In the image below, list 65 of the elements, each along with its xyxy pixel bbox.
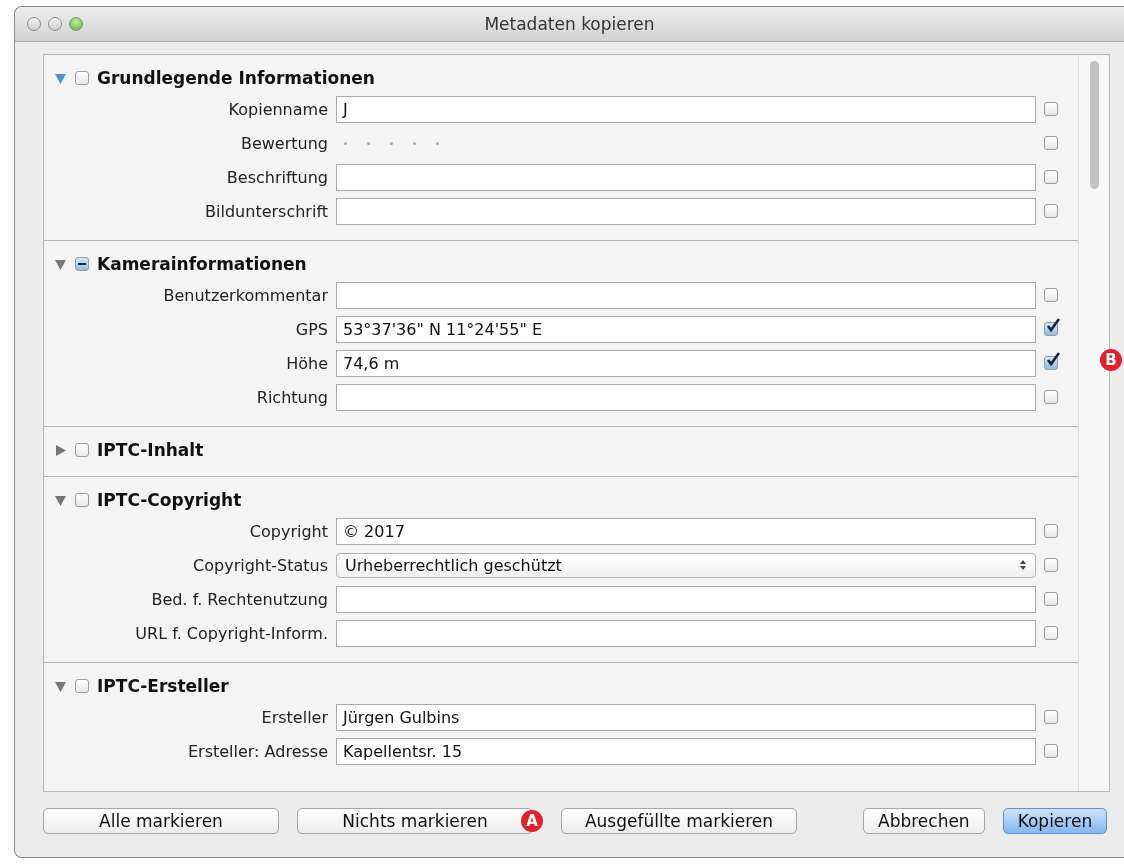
section-title: Grundlegende Informationen [97, 68, 375, 88]
field-label: Ersteller [260, 707, 328, 727]
input-field[interactable]: 74,6 m [336, 349, 1036, 377]
expanded-triangle-icon[interactable] [54, 71, 67, 85]
checkbox[interactable] [75, 443, 89, 457]
checkbox[interactable] [1044, 390, 1058, 404]
expanded-triangle-icon[interactable] [54, 493, 67, 507]
callout-marker: A [521, 810, 543, 832]
input-field[interactable]: Jürgen Gulbins [336, 703, 1036, 731]
checkbox[interactable] [75, 71, 89, 85]
checkbox[interactable] [1044, 626, 1058, 640]
field-label: Richtung [255, 387, 328, 407]
field-label: Copyright [248, 521, 328, 541]
input-field[interactable] [336, 197, 1036, 225]
field-label: Bed. f. Rechtenutzung [150, 589, 328, 609]
checkbox[interactable] [75, 257, 89, 271]
checkbox[interactable] [1044, 592, 1058, 606]
window-title: Metadaten kopieren [483, 14, 656, 34]
field-label: GPS [294, 319, 328, 339]
field-label: Ersteller: Adresse [186, 741, 328, 761]
status-dropdown[interactable]: Urheberrechtlich geschützt [336, 552, 1036, 578]
checkbox[interactable] [1044, 524, 1058, 538]
checkbox[interactable] [1044, 102, 1058, 116]
field-label: Bewertung [239, 133, 328, 153]
minimize-button[interactable] [48, 17, 62, 31]
input-field[interactable] [336, 619, 1036, 647]
callout-marker: B [1100, 349, 1122, 371]
input-field[interactable]: J [336, 95, 1036, 123]
zoom-button[interactable] [69, 17, 83, 31]
section-title: IPTC-Copyright [97, 490, 242, 510]
input-field[interactable] [336, 281, 1036, 309]
checkbox[interactable] [75, 679, 89, 693]
input-field[interactable]: © 2017 [336, 517, 1036, 545]
collapsed-triangle-icon[interactable] [54, 443, 67, 457]
section-title: Kamerainformationen [97, 254, 307, 274]
field-label: Bildunterschrift [204, 201, 328, 221]
input-field[interactable] [336, 585, 1036, 613]
checkbox[interactable] [1044, 288, 1058, 302]
checkbox[interactable] [1044, 204, 1058, 218]
checkbox[interactable] [1044, 710, 1058, 724]
checkbox[interactable] [1044, 558, 1058, 572]
input-field[interactable] [336, 383, 1036, 411]
close-button[interactable] [27, 17, 41, 31]
field-label: Beschriftung [225, 167, 328, 187]
field-label: URL f. Copyright-Inform. [134, 623, 328, 643]
checkbox[interactable] [1044, 744, 1058, 758]
section-title: IPTC-Inhalt [97, 440, 204, 460]
footer-button[interactable]: Alle markieren [43, 808, 279, 834]
footer-button[interactable]: Ausgefüllte markieren [561, 808, 797, 834]
expanded-triangle-icon[interactable] [54, 679, 67, 693]
input-field[interactable]: 53°37'36" N 11°24'55" E [336, 315, 1036, 343]
expanded-triangle-icon[interactable] [54, 257, 67, 271]
footer-button[interactable]: Abbrechen [863, 808, 985, 834]
field-label: Kopienname [227, 99, 328, 119]
input-field[interactable]: Kapellentsr. 15 [336, 737, 1036, 765]
updown-arrows-icon [1019, 559, 1027, 571]
section-title: IPTC-Ersteller [97, 676, 229, 696]
checkbox[interactable] [1044, 136, 1058, 150]
checkbox[interactable] [75, 493, 89, 507]
field-label: Höhe [285, 353, 328, 373]
checkbox[interactable] [1044, 170, 1058, 184]
input-field[interactable] [336, 163, 1036, 191]
field-label: Copyright-Status [192, 555, 328, 575]
field-label: Benutzerkommentar [162, 285, 328, 305]
copy-button[interactable]: Kopieren [1002, 808, 1108, 834]
